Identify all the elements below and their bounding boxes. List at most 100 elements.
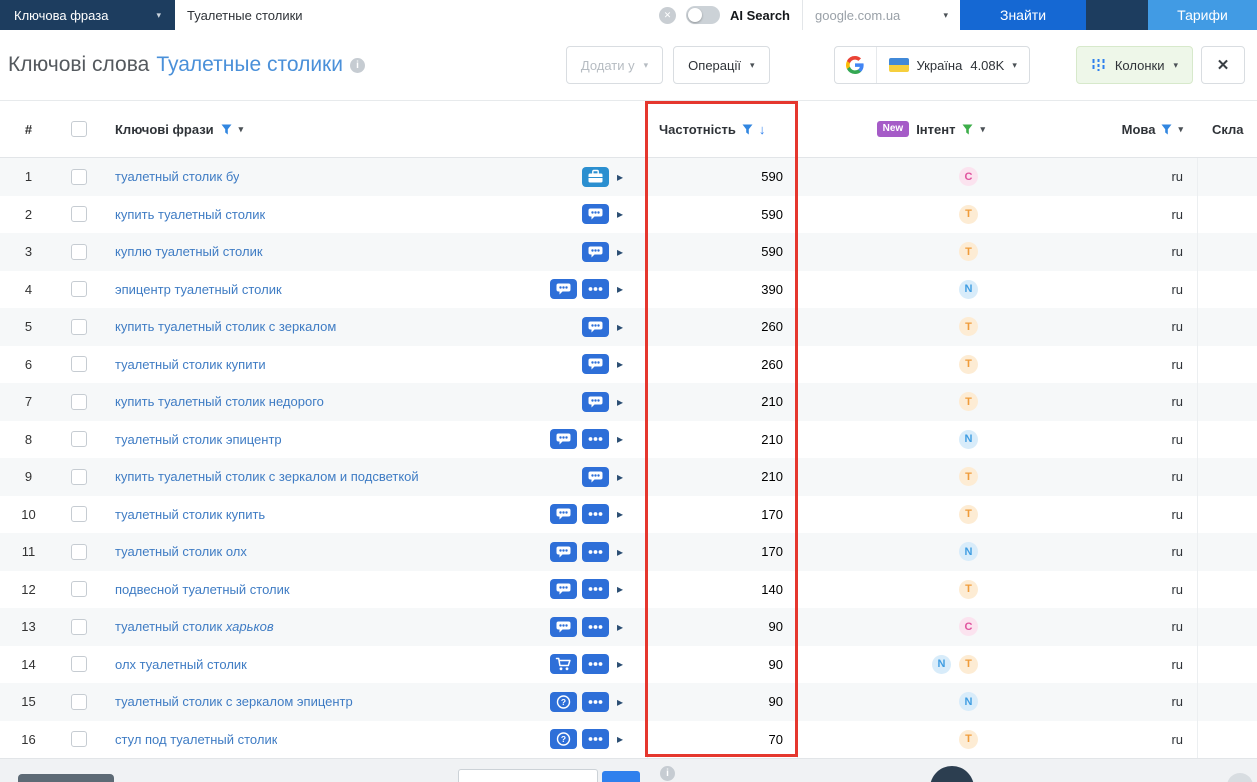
page-input[interactable] — [458, 769, 598, 782]
row-checkbox[interactable] — [70, 431, 87, 448]
ellipsis-icon[interactable] — [581, 429, 609, 450]
keyword-link[interactable]: туалетный столик харьков — [115, 619, 274, 634]
close-button[interactable]: ✕ — [1201, 46, 1245, 84]
tariffs-button[interactable]: Тарифи — [1148, 0, 1257, 30]
chat-icon[interactable] — [549, 504, 577, 525]
chat-icon[interactable] — [581, 391, 609, 412]
keyword-link[interactable]: туалетный столик эпицентр — [115, 432, 282, 447]
keyword-link[interactable]: олх туалетный столик — [115, 657, 247, 672]
chat-icon[interactable] — [581, 354, 609, 375]
keyword-link[interactable]: туалетный столик с зеркалом эпицентр — [115, 694, 353, 709]
chat-icon[interactable] — [549, 579, 577, 600]
sort-desc-icon[interactable]: ↓ — [759, 122, 766, 137]
chevron-down-icon[interactable]: ▾ — [1178, 124, 1183, 134]
expand-caret-icon[interactable]: ▸ — [617, 246, 623, 258]
row-checkbox[interactable] — [70, 581, 87, 598]
keyword-link[interactable]: купить туалетный столик — [115, 207, 265, 222]
info-icon[interactable]: i — [660, 766, 675, 781]
ellipsis-icon[interactable] — [581, 541, 609, 562]
question-icon[interactable]: ? — [549, 691, 577, 712]
row-checkbox[interactable] — [70, 543, 87, 560]
ellipsis-icon[interactable] — [581, 616, 609, 637]
cart-icon[interactable] — [549, 654, 577, 675]
scroll-top-button-partial[interactable] — [1227, 773, 1253, 782]
expand-caret-icon[interactable]: ▸ — [617, 621, 623, 633]
ellipsis-icon[interactable] — [581, 654, 609, 675]
row-checkbox[interactable] — [70, 356, 87, 373]
column-header-volume[interactable]: Частотність ↓ — [647, 101, 797, 157]
question-icon[interactable]: ? — [549, 729, 577, 750]
ellipsis-icon[interactable] — [581, 691, 609, 712]
expand-caret-icon[interactable]: ▸ — [617, 546, 623, 558]
expand-caret-icon[interactable]: ▸ — [617, 171, 623, 183]
expand-caret-icon[interactable]: ▸ — [617, 433, 623, 445]
row-checkbox[interactable] — [70, 168, 87, 185]
keyword-link[interactable]: подвесной туалетный столик — [115, 582, 290, 597]
search-type-dropdown[interactable]: Ключова фраза ▾ — [0, 0, 175, 30]
chat-icon[interactable] — [581, 316, 609, 337]
add-to-button[interactable]: Додати у ▾ — [565, 46, 664, 84]
keyword-link[interactable]: купить туалетный столик с зеркалом и под… — [115, 469, 419, 484]
filter-icon-green[interactable] — [962, 124, 973, 135]
find-button[interactable]: Знайти — [960, 0, 1086, 30]
region-selector[interactable]: Україна 4.08K ▾ — [833, 46, 1030, 84]
ai-search-toggle[interactable] — [686, 6, 721, 24]
search-engine-dropdown[interactable]: google.com.ua ▾ — [802, 0, 960, 30]
expand-caret-icon[interactable]: ▸ — [617, 733, 623, 745]
filter-icon[interactable] — [1161, 124, 1172, 135]
expand-caret-icon[interactable]: ▸ — [617, 696, 623, 708]
ellipsis-icon[interactable] — [581, 279, 609, 300]
clear-search-icon[interactable]: ✕ — [659, 6, 677, 24]
row-checkbox[interactable] — [70, 656, 87, 673]
chat-widget-button[interactable] — [930, 766, 974, 782]
expand-caret-icon[interactable]: ▸ — [617, 658, 623, 670]
keyword-link[interactable]: купить туалетный столик недорого — [115, 394, 324, 409]
chat-icon[interactable] — [549, 279, 577, 300]
expand-caret-icon[interactable]: ▸ — [617, 471, 623, 483]
search-input[interactable] — [187, 7, 650, 23]
row-checkbox[interactable] — [70, 506, 87, 523]
keyword-link[interactable]: стул под туалетный столик — [115, 732, 277, 747]
ellipsis-icon[interactable] — [581, 729, 609, 750]
keyword-link[interactable]: туалетный столик купити — [115, 357, 266, 372]
operations-button[interactable]: Операції ▾ — [673, 46, 770, 84]
keyword-link[interactable]: туалетный столик олх — [115, 544, 247, 559]
chat-icon[interactable] — [581, 241, 609, 262]
row-checkbox[interactable] — [70, 206, 87, 223]
expand-caret-icon[interactable]: ▸ — [617, 208, 623, 220]
filter-icon[interactable] — [221, 124, 232, 135]
keyword-link[interactable]: туалетный столик купить — [115, 507, 265, 522]
export-button-partial[interactable] — [18, 774, 114, 782]
keyword-link[interactable]: купить туалетный столик с зеркалом — [115, 319, 336, 334]
expand-caret-icon[interactable]: ▸ — [617, 583, 623, 595]
row-checkbox[interactable] — [70, 318, 87, 335]
expand-caret-icon[interactable]: ▸ — [617, 508, 623, 520]
row-checkbox[interactable] — [70, 281, 87, 298]
row-checkbox[interactable] — [70, 618, 87, 635]
expand-caret-icon[interactable]: ▸ — [617, 396, 623, 408]
chevron-down-icon[interactable]: ▾ — [239, 124, 244, 134]
chat-icon[interactable] — [549, 429, 577, 450]
filter-icon[interactable] — [742, 124, 753, 135]
chat-icon[interactable] — [549, 616, 577, 637]
info-icon[interactable]: i — [349, 57, 365, 73]
chat-icon[interactable] — [581, 466, 609, 487]
chat-icon[interactable] — [581, 204, 609, 225]
keyword-link[interactable]: эпицентр туалетный столик — [115, 282, 282, 297]
columns-button[interactable]: Колонки ▾ — [1075, 46, 1193, 84]
row-checkbox[interactable] — [70, 731, 87, 748]
select-all-checkbox[interactable] — [70, 121, 87, 137]
expand-caret-icon[interactable]: ▸ — [617, 283, 623, 295]
briefcase-icon[interactable] — [581, 166, 609, 187]
ellipsis-icon[interactable] — [581, 579, 609, 600]
go-button[interactable] — [602, 771, 640, 782]
expand-caret-icon[interactable]: ▸ — [617, 358, 623, 370]
chevron-down-icon[interactable]: ▾ — [980, 124, 985, 134]
expand-caret-icon[interactable]: ▸ — [617, 321, 623, 333]
row-checkbox[interactable] — [70, 243, 87, 260]
keyword-link[interactable]: туалетный столик бу — [115, 169, 239, 184]
row-checkbox[interactable] — [70, 693, 87, 710]
ellipsis-icon[interactable] — [581, 504, 609, 525]
row-checkbox[interactable] — [70, 393, 87, 410]
keyword-link[interactable]: куплю туалетный столик — [115, 244, 263, 259]
